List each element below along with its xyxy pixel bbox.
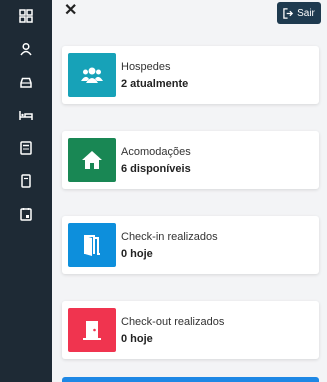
close-button[interactable]: ✕ bbox=[64, 3, 78, 19]
card-value: 0 hoje bbox=[121, 333, 153, 345]
card-value: 0 hoje bbox=[121, 248, 153, 260]
card-value: 6 disponíveis bbox=[121, 163, 191, 175]
house-icon bbox=[68, 138, 116, 182]
logout-button[interactable]: Sair bbox=[277, 2, 321, 24]
card-title: Acomodações bbox=[121, 146, 191, 158]
card-acomodacoes[interactable]: Acomodações 6 disponíveis bbox=[62, 131, 319, 189]
card-hospedes[interactable]: Hospedes 2 atualmente bbox=[62, 46, 319, 104]
card-title: Hospedes bbox=[121, 61, 171, 73]
card-check-out[interactable]: Check-out realizados 0 hoje bbox=[62, 301, 319, 359]
dashboard-icon[interactable] bbox=[18, 8, 34, 24]
bed-icon[interactable] bbox=[18, 107, 34, 123]
sign-out-icon bbox=[283, 7, 294, 19]
next-card-edge bbox=[62, 377, 319, 382]
card-title: Check-in realizados bbox=[121, 231, 218, 243]
door-open-icon bbox=[68, 223, 116, 267]
door-closed-icon bbox=[68, 308, 116, 352]
topbar: ✕ Sair bbox=[52, 0, 327, 26]
calendar-icon[interactable] bbox=[18, 206, 34, 222]
sidebar bbox=[0, 0, 52, 382]
logout-label: Sair bbox=[297, 7, 315, 19]
car-icon[interactable] bbox=[18, 74, 34, 90]
card-title: Check-out realizados bbox=[121, 316, 225, 328]
users-icon bbox=[68, 53, 116, 97]
card-value: 2 atualmente bbox=[121, 78, 189, 90]
user-icon[interactable] bbox=[18, 41, 34, 57]
calculator-icon[interactable] bbox=[18, 140, 34, 156]
document-icon[interactable] bbox=[18, 173, 34, 189]
card-check-in[interactable]: Check-in realizados 0 hoje bbox=[62, 216, 319, 274]
